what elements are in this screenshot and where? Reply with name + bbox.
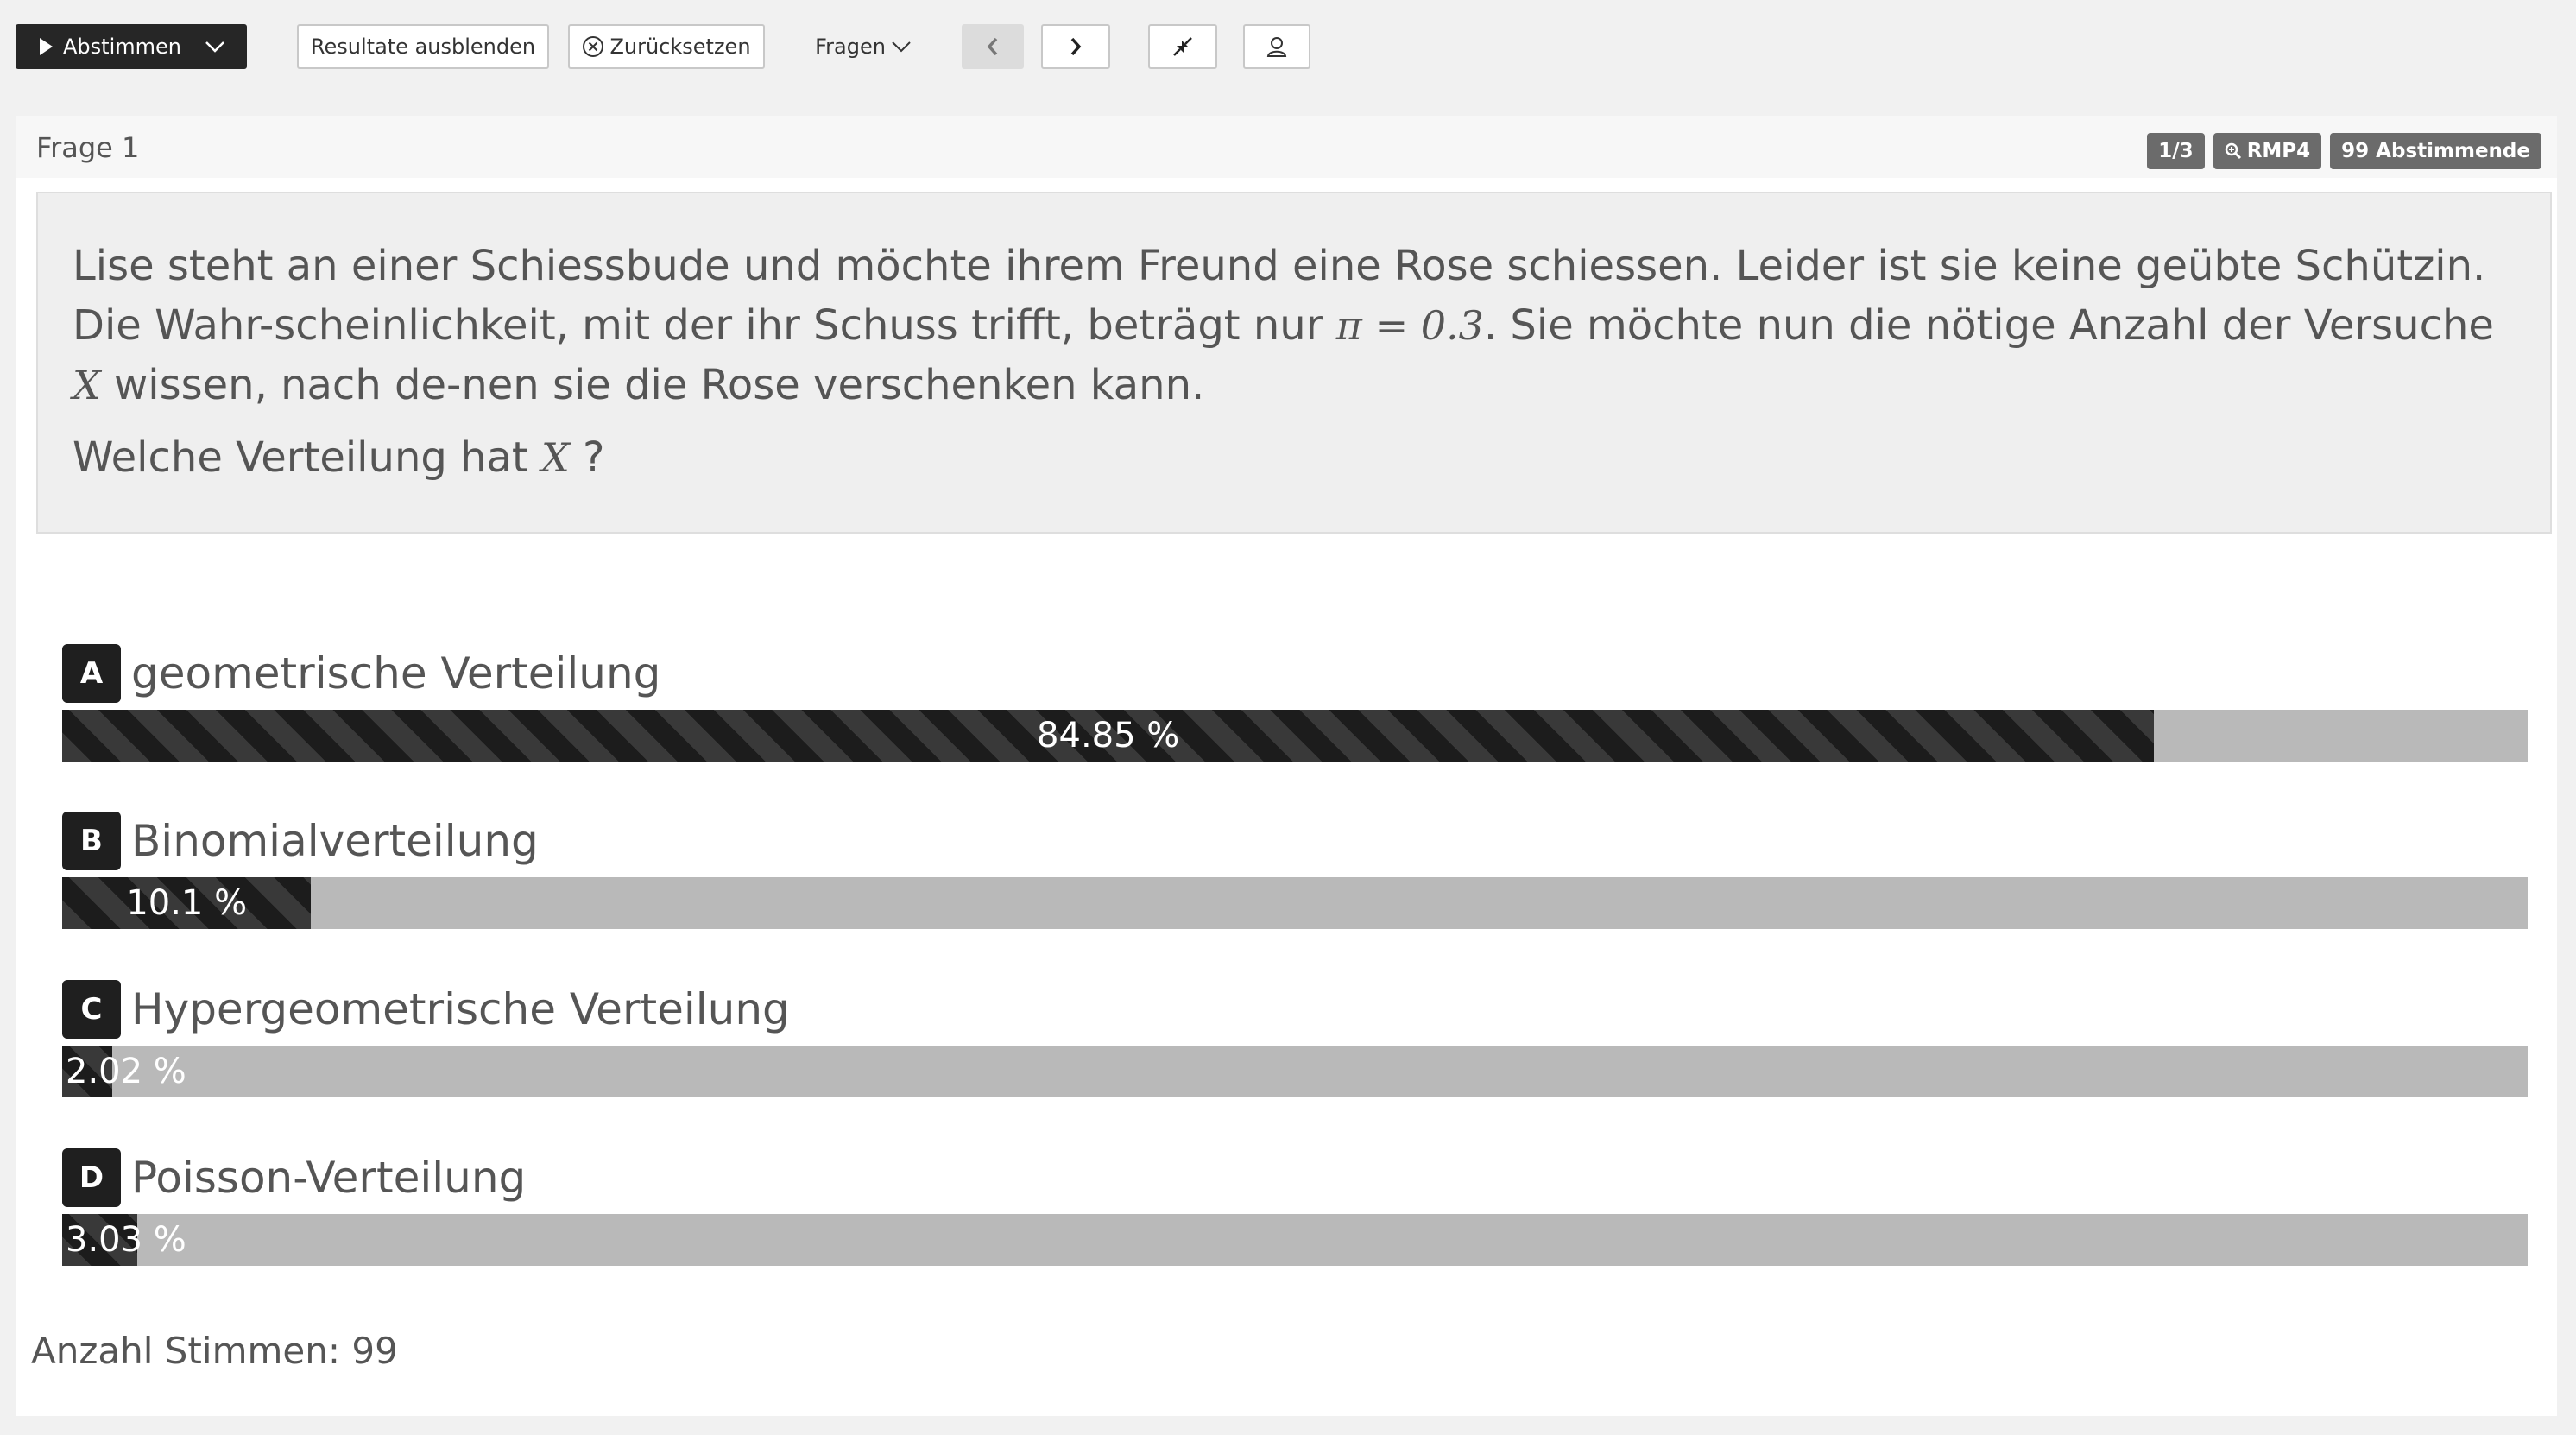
question-text-box: Lise steht an einer Schiessbude und möch… — [36, 192, 2552, 534]
result-percent: 84.85 % — [1037, 716, 1180, 755]
question-prompt-part: ? — [569, 433, 605, 482]
answer-letter: C — [62, 980, 121, 1039]
chevron-down-icon — [892, 41, 911, 53]
result-percent: 10.1 % — [126, 883, 248, 923]
result-bar: 84.85 % — [62, 710, 2528, 762]
question-text: Lise steht an einer Schiessbude und möch… — [73, 237, 2517, 415]
user-icon — [1266, 37, 1287, 57]
reset-button[interactable]: Zurücksetzen — [568, 24, 765, 69]
chevron-down-icon — [205, 41, 224, 53]
zoom-icon — [2225, 142, 2241, 160]
question-prompt-part: Welche Verteilung hat — [73, 433, 541, 482]
answer-label: geometrische Verteilung — [131, 648, 661, 699]
answer-letter: D — [62, 1148, 121, 1207]
compress-icon — [1173, 37, 1192, 56]
math-x: X — [73, 362, 101, 408]
play-icon — [40, 38, 53, 55]
chevron-right-icon — [1070, 37, 1082, 56]
vote-button[interactable]: Abstimmen — [16, 24, 247, 69]
result-bar: 10.1 % — [62, 877, 2528, 929]
chevron-left-icon — [987, 37, 998, 56]
answer-label: Binomialverteilung — [131, 816, 539, 866]
question-header: Frage 1 1/3 RMP4 99 Abstimmende — [16, 116, 2557, 178]
vote-count: Anzahl Stimmen: 99 — [31, 1330, 398, 1372]
question-text-part: . Sie möchte nun die nötige Anzahl der V… — [1483, 301, 2494, 350]
vote-button-label: Abstimmen — [63, 35, 181, 59]
questions-menu[interactable]: Fragen — [803, 24, 924, 69]
presenter-button[interactable] — [1243, 24, 1310, 69]
compress-button[interactable] — [1148, 24, 1217, 69]
hide-results-button[interactable]: Resultate ausblenden — [297, 24, 549, 69]
questions-menu-label: Fragen — [815, 35, 886, 59]
hide-results-label: Resultate ausblenden — [310, 35, 536, 59]
question-position-badge: 1/3 — [2147, 133, 2205, 169]
badge-group: 1/3 RMP4 99 Abstimmende — [2147, 133, 2541, 169]
vote-options-dropdown[interactable] — [185, 26, 245, 67]
question-panel: Frage 1 1/3 RMP4 99 Abstimmende Lise ste… — [16, 116, 2557, 1416]
question-title: Frage 1 — [36, 131, 140, 164]
room-badge-label: RMP4 — [2246, 140, 2311, 162]
answer-letter: B — [62, 812, 121, 870]
previous-question-button[interactable] — [962, 24, 1024, 69]
toolbar: Abstimmen Resultate ausblenden Zurückset… — [0, 0, 2576, 95]
voters-badge: 99 Abstimmende — [2330, 133, 2541, 169]
question-prompt: Welche Verteilung hat X ? — [73, 428, 2517, 488]
result-bar: 2.02 % — [62, 1046, 2528, 1097]
question-text-part: wissen, nach de-nen sie die Rose versche… — [100, 361, 1205, 409]
answer-letter: A — [62, 644, 121, 703]
result-bar: 3.03 % — [62, 1214, 2528, 1266]
answer-label: Poisson-Verteilung — [131, 1153, 527, 1203]
reset-label: Zurücksetzen — [609, 35, 751, 59]
math-x: X — [541, 434, 570, 481]
result-percent: 3.03 % — [66, 1220, 186, 1260]
room-badge[interactable]: RMP4 — [2213, 133, 2322, 169]
next-question-button[interactable] — [1041, 24, 1110, 69]
math-pi: π = 0.3 — [1335, 302, 1484, 349]
close-circle-icon — [583, 36, 604, 57]
result-percent: 2.02 % — [66, 1052, 186, 1091]
answer-label: Hypergeometrische Verteilung — [131, 984, 790, 1034]
